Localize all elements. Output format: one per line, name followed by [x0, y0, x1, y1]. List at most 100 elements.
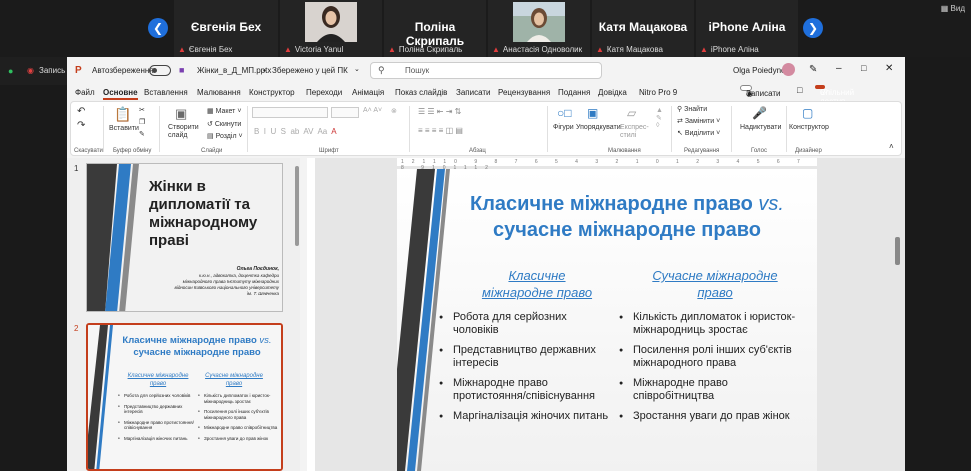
participant-tile[interactable]: Катя Мацакова ▲ Катя Мацакова: [592, 0, 694, 57]
dictate-button[interactable]: Надиктувати: [740, 124, 781, 131]
participant-tile[interactable]: iPhone Аліна ▲ iPhone Аліна: [696, 0, 798, 57]
save-icon[interactable]: ■: [179, 65, 184, 75]
undo-icon[interactable]: ↶: [77, 106, 85, 117]
collapse-ribbon-icon[interactable]: ˄: [889, 142, 894, 151]
view-button[interactable]: ▦ Вид: [941, 4, 965, 13]
font-size-field[interactable]: [331, 107, 359, 118]
ribbon: ↶ ↷ Скасувати 📋 Вставити ✂ ❐ ✎ Буфер обм…: [70, 101, 902, 156]
slide-1-meta: к.ю.н., адвокатка, доцентка кафедри міжн…: [174, 273, 280, 296]
layout-icon: ▦: [207, 108, 214, 115]
tab-home[interactable]: Основне: [103, 88, 138, 100]
font-name-field[interactable]: [252, 107, 328, 118]
participant-tile[interactable]: ▲ Анастасія Одноволик: [488, 0, 590, 57]
search-icon: ⚲: [378, 65, 385, 75]
tab-review[interactable]: Рецензування: [498, 88, 550, 97]
close-icon[interactable]: ✕: [885, 63, 893, 74]
reset-button[interactable]: ↺ Скинути: [207, 120, 241, 128]
comments-icon[interactable]: □: [797, 85, 802, 95]
autosave-toggle[interactable]: [149, 65, 171, 76]
slide-2-title: Класичне міжнародне право vs. сучасне між…: [122, 335, 272, 358]
list-buttons[interactable]: ☰ ☰ ⇤ ⇥ ⇅: [418, 107, 461, 116]
mic-muted-icon: ▲: [700, 45, 708, 54]
slide-thumbnail-2[interactable]: Класичне міжнародне право vs. сучасне між…: [86, 323, 283, 471]
slide-thumbnail-1[interactable]: Жінки в дипломатії та міжнародному праві…: [86, 163, 283, 312]
paste-icon: 📋: [114, 106, 132, 122]
record-button[interactable]: ◉ Записати: [740, 85, 781, 98]
participant-label: Поліна Скрипаль: [398, 45, 463, 54]
search-box[interactable]: ⚲ Пошук: [370, 62, 602, 79]
previous-page-button[interactable]: ❮: [148, 18, 168, 38]
minimize-icon[interactable]: –: [836, 63, 842, 74]
slide-number: 2: [74, 324, 79, 333]
tab-design[interactable]: Конструктор: [249, 88, 295, 97]
thumb-left-item: ● Робота для серйозних чоловіків: [118, 393, 191, 398]
thumb-left-list: ● Робота для серйозних чоловіків ● Представ…: [118, 393, 200, 446]
quick-styles-icon: ▱: [627, 106, 637, 120]
participant-tile[interactable]: Поліна Скрипаль ▲ Поліна Скрипаль: [384, 0, 486, 57]
font-style-buttons[interactable]: B I U S ab AV Aa A: [254, 127, 337, 136]
slide-scrollbar[interactable]: [895, 237, 900, 265]
paste-button[interactable]: Вставити: [109, 125, 139, 132]
designer-button[interactable]: Конструктор: [789, 124, 829, 131]
tab-slideshow[interactable]: Показ слайдів: [395, 88, 447, 97]
right-column-heading[interactable]: Сучасне міжнародне право: [645, 267, 785, 301]
font-size-controls[interactable]: A˄ A˅: [363, 107, 382, 114]
quick-styles-button[interactable]: Експрес-стилі: [620, 124, 652, 140]
slide-title[interactable]: Класичне міжнародне право vs. сучасне між…: [437, 191, 817, 243]
tab-draw[interactable]: Малювання: [197, 88, 241, 97]
left-item: Міжнародне право протистояння/співіснува…: [439, 377, 614, 403]
tab-transitions[interactable]: Переходи: [306, 88, 342, 97]
bullet-icon: ●: [198, 435, 200, 440]
thumb-right-item: ● Зростання уваги до прав жінок: [198, 435, 269, 441]
shape-format-icons[interactable]: ▲ ✎ ◊: [656, 107, 663, 129]
pen-icon[interactable]: ✎: [809, 64, 817, 75]
new-slide-button[interactable]: Створити слайд: [168, 124, 204, 140]
bullet-icon: ●: [118, 393, 120, 397]
align-buttons[interactable]: ≡ ≡ ≡ ≡ ◫ ▤: [418, 126, 463, 135]
avatar[interactable]: [782, 63, 795, 76]
right-bullet-list[interactable]: Кількість дипломаток і юристок-міжнародн…: [619, 311, 799, 430]
bullet-icon: ●: [198, 425, 200, 429]
layout-button[interactable]: ▦ Макет ˅: [207, 107, 241, 115]
left-bullet-list[interactable]: Робота для серйозних чоловіків Представни…: [439, 311, 614, 430]
replace-button[interactable]: ⇄ Замінити ˅: [677, 117, 720, 125]
maximize-icon[interactable]: □: [861, 63, 866, 73]
record-indicator[interactable]: ● ◉ Запись: [0, 57, 70, 85]
tab-help[interactable]: Довідка: [598, 88, 627, 97]
tab-nitro[interactable]: Nitro Pro 9: [639, 88, 677, 97]
shapes-button[interactable]: Фігури: [553, 124, 574, 131]
save-status[interactable]: Збережено у цей ПК: [272, 66, 348, 75]
clear-formatting-icon[interactable]: ⊗: [391, 107, 397, 115]
select-button[interactable]: ↖ Виділити ˅: [677, 129, 720, 137]
cut-icon[interactable]: ✂: [139, 106, 145, 114]
copy-icon[interactable]: ❐: [139, 118, 145, 126]
section-icon: ▤: [207, 133, 214, 140]
tab-file[interactable]: Файл: [75, 88, 95, 97]
participant-name: iPhone Аліна: [708, 20, 786, 34]
current-slide[interactable]: Класичне міжнародне право vs. сучасне між…: [397, 169, 817, 471]
format-painter-icon[interactable]: ✎: [139, 130, 145, 138]
thumbs-scrollbar[interactable]: [295, 166, 299, 246]
participant-tile[interactable]: Євгенія Бех ▲ Євгенія Бех: [174, 0, 278, 57]
chevron-down-icon[interactable]: ⌄: [354, 65, 360, 73]
vertical-ruler: [307, 158, 315, 471]
find-button[interactable]: ⚲ Знайти: [677, 105, 707, 113]
redo-icon[interactable]: ↷: [77, 120, 85, 131]
tab-insert[interactable]: Вставлення: [144, 88, 188, 97]
user-name[interactable]: Olga Poiedynok: [733, 66, 789, 75]
thumb-left-heading: Класичне міжнародне право: [127, 373, 189, 387]
next-page-button[interactable]: ❯: [803, 18, 823, 38]
tab-animations[interactable]: Анімація: [352, 88, 384, 97]
tab-view[interactable]: Подання: [558, 88, 590, 97]
left-column-heading[interactable]: Класичне міжнародне право: [477, 267, 597, 301]
participant-label: Євгенія Бех: [188, 45, 233, 54]
arrange-button[interactable]: Упорядкувати: [576, 124, 621, 131]
left-item: Робота для серйозних чоловіків: [439, 311, 614, 337]
share-button[interactable]: ☍ Спільний доступ: [815, 85, 854, 106]
sections-button[interactable]: ▤ Розділ ˅: [207, 132, 243, 140]
participant-name: Євгенія Бех: [190, 20, 262, 34]
tab-record[interactable]: Записати: [456, 88, 491, 97]
search-input[interactable]: Пошук: [405, 66, 429, 75]
shield-icon: ●: [8, 66, 14, 76]
participant-tile[interactable]: ▲ Victoria Yanul: [280, 0, 382, 57]
